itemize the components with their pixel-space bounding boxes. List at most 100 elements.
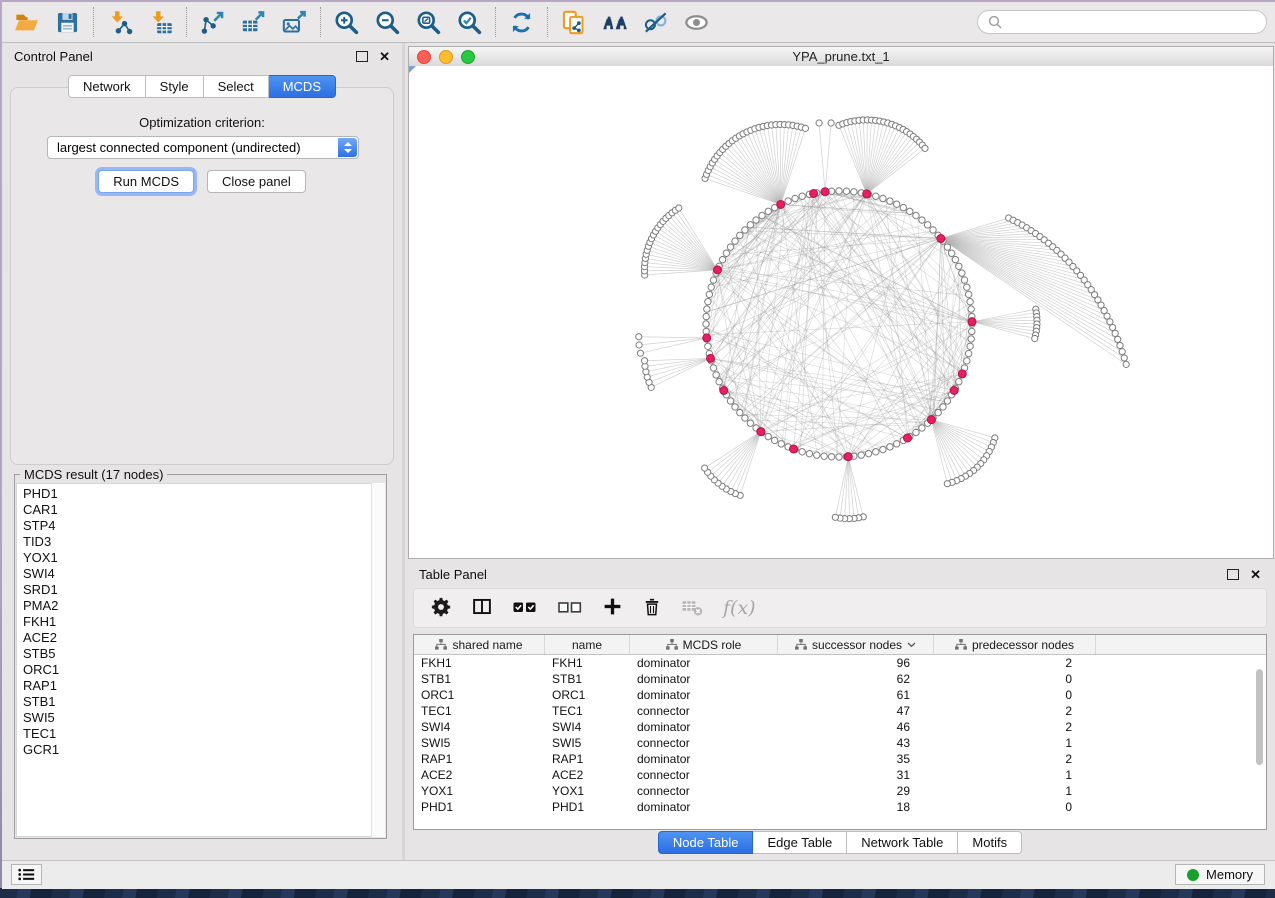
column-header-predecessor-nodes[interactable]: predecessor nodes	[934, 635, 1096, 654]
cell-mcds-role[interactable]: dominator	[630, 800, 778, 814]
mcds-node-item[interactable]: SRD1	[23, 582, 384, 598]
cell-mcds-role[interactable]: connector	[630, 736, 778, 750]
table-row[interactable]: PHD1PHD1dominator180	[414, 799, 1266, 815]
cell-shared-name[interactable]: STB1	[414, 672, 545, 686]
cell-shared-name[interactable]: SWI4	[414, 720, 545, 734]
mcds-node-item[interactable]: YOX1	[23, 550, 384, 566]
cell-shared-name[interactable]: RAP1	[414, 752, 545, 766]
cell-shared-name[interactable]: PHD1	[414, 800, 545, 814]
mcds-node-item[interactable]: PMA2	[23, 598, 384, 614]
cell-shared-name[interactable]: FKH1	[414, 656, 545, 670]
table-row[interactable]: SWI5SWI5connector431	[414, 735, 1266, 751]
cell-successor-nodes[interactable]: 31	[778, 768, 934, 782]
tab-node-table[interactable]: Node Table	[658, 831, 754, 854]
tab-style[interactable]: Style	[146, 75, 204, 98]
select-all-button[interactable]	[512, 597, 538, 620]
table-row[interactable]: ACE2ACE2connector311	[414, 767, 1266, 783]
cell-predecessor-nodes[interactable]: 2	[934, 720, 1096, 734]
zoom-out-button[interactable]	[367, 5, 408, 39]
cell-successor-nodes[interactable]: 61	[778, 688, 934, 702]
table-row[interactable]: FKH1FKH1dominator962	[414, 655, 1266, 671]
cell-shared-name[interactable]: TEC1	[414, 704, 545, 718]
mcds-node-item[interactable]: GCR1	[23, 742, 384, 758]
task-history-button[interactable]	[11, 864, 42, 885]
table-row[interactable]: RAP1RAP1dominator352	[414, 751, 1266, 767]
cell-name[interactable]: SWI5	[545, 736, 630, 750]
column-header-successor-nodes[interactable]: successor nodes	[778, 635, 934, 654]
tab-network[interactable]: Network	[68, 75, 146, 98]
zoom-fit-button[interactable]	[408, 5, 449, 39]
cell-predecessor-nodes[interactable]: 1	[934, 768, 1096, 782]
close-table-panel-icon[interactable]: ✕	[1250, 568, 1261, 581]
cell-mcds-role[interactable]: dominator	[630, 752, 778, 766]
cell-shared-name[interactable]: SWI5	[414, 736, 545, 750]
tab-motifs[interactable]: Motifs	[958, 831, 1022, 854]
memory-button[interactable]: Memory	[1175, 864, 1265, 885]
column-header-shared-name[interactable]: shared name	[414, 635, 545, 654]
mcds-node-item[interactable]: ACE2	[23, 630, 384, 646]
export-image-button[interactable]	[274, 5, 315, 39]
mcds-node-item[interactable]: STB5	[23, 646, 384, 662]
export-network-button[interactable]	[192, 5, 233, 39]
column-header-MCDS-role[interactable]: MCDS role	[630, 635, 778, 654]
mcds-node-item[interactable]: SWI5	[23, 710, 384, 726]
table-scrollbar[interactable]	[1256, 669, 1263, 765]
table-row[interactable]: TEC1TEC1connector472	[414, 703, 1266, 719]
cell-predecessor-nodes[interactable]: 0	[934, 688, 1096, 702]
mcds-node-item[interactable]: TEC1	[23, 726, 384, 742]
export-table-button[interactable]	[233, 5, 274, 39]
cell-successor-nodes[interactable]: 96	[778, 656, 934, 670]
tab-select[interactable]: Select	[204, 75, 269, 98]
tab-network-table[interactable]: Network Table	[847, 831, 958, 854]
cell-predecessor-nodes[interactable]: 0	[934, 800, 1096, 814]
cell-name[interactable]: RAP1	[545, 752, 630, 766]
cell-name[interactable]: ACE2	[545, 768, 630, 782]
save-session-button[interactable]	[47, 5, 88, 39]
float-table-panel-icon[interactable]	[1227, 569, 1239, 580]
table-row[interactable]: SWI4SWI4dominator462	[414, 719, 1266, 735]
cell-predecessor-nodes[interactable]: 2	[934, 656, 1096, 670]
hide-selected-button[interactable]	[635, 5, 676, 39]
cell-mcds-role[interactable]: dominator	[630, 656, 778, 670]
first-neighbors-button[interactable]	[594, 5, 635, 39]
mcds-node-item[interactable]: SWI4	[23, 566, 384, 582]
ndex-share-button[interactable]	[553, 5, 594, 39]
import-network-button[interactable]	[99, 5, 140, 39]
column-header-name[interactable]: name	[545, 635, 630, 654]
cell-successor-nodes[interactable]: 47	[778, 704, 934, 718]
close-panel-icon[interactable]: ✕	[379, 50, 390, 63]
zoom-in-button[interactable]	[326, 5, 367, 39]
cell-name[interactable]: SWI4	[545, 720, 630, 734]
mcds-node-item[interactable]: STP4	[23, 518, 384, 534]
cell-shared-name[interactable]: ACE2	[414, 768, 545, 782]
cell-successor-nodes[interactable]: 35	[778, 752, 934, 766]
network-graph[interactable]	[409, 66, 1275, 558]
import-table-button[interactable]	[140, 5, 181, 39]
cell-shared-name[interactable]: ORC1	[414, 688, 545, 702]
cell-mcds-role[interactable]: connector	[630, 784, 778, 798]
cell-successor-nodes[interactable]: 46	[778, 720, 934, 734]
close-panel-button[interactable]: Close panel	[207, 170, 306, 193]
cell-successor-nodes[interactable]: 62	[778, 672, 934, 686]
cell-mcds-role[interactable]: connector	[630, 704, 778, 718]
show-all-button[interactable]	[676, 5, 717, 39]
tab-edge-table[interactable]: Edge Table	[753, 831, 847, 854]
cell-name[interactable]: ORC1	[545, 688, 630, 702]
delete-table-button[interactable]	[681, 596, 704, 620]
satellite-nodes[interactable]	[636, 117, 1130, 522]
mcds-node-item[interactable]: RAP1	[23, 678, 384, 694]
tab-mcds[interactable]: MCDS	[269, 75, 336, 98]
mcds-node-item[interactable]: TID3	[23, 534, 384, 550]
cell-mcds-role[interactable]: dominator	[630, 672, 778, 686]
mcds-node-item[interactable]: STB1	[23, 694, 384, 710]
cell-mcds-role[interactable]: dominator	[630, 688, 778, 702]
zoom-selected-button[interactable]	[449, 5, 490, 39]
split-view-button[interactable]	[471, 596, 493, 620]
run-mcds-button[interactable]: Run MCDS	[98, 170, 194, 193]
search-box[interactable]	[977, 10, 1267, 34]
function-builder-button[interactable]: f(x)	[723, 597, 756, 619]
cell-predecessor-nodes[interactable]: 0	[934, 672, 1096, 686]
cell-successor-nodes[interactable]: 43	[778, 736, 934, 750]
table-row[interactable]: YOX1YOX1connector291	[414, 783, 1266, 799]
mcds-node-item[interactable]: FKH1	[23, 614, 384, 630]
